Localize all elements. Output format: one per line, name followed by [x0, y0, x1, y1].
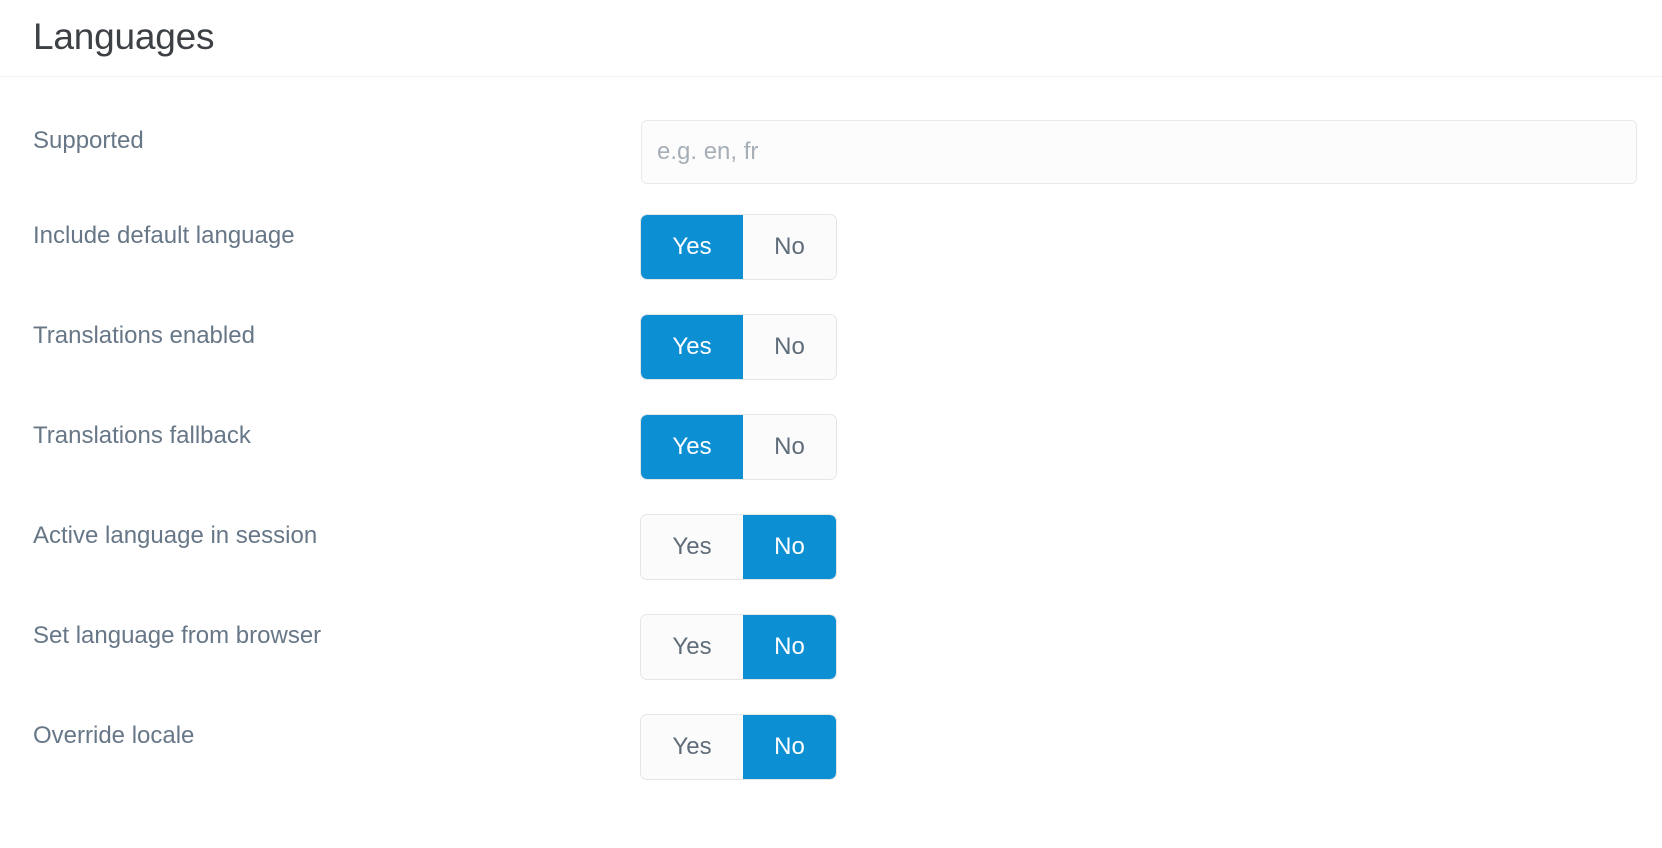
- supported-languages-input[interactable]: [641, 120, 1637, 184]
- yes-no-toggle[interactable]: Yes No: [641, 515, 836, 579]
- toggle-no-button[interactable]: No: [743, 715, 836, 779]
- form-row: Set language from browser Yes No: [0, 577, 1662, 679]
- row-label: Active language in session: [33, 522, 318, 549]
- row-label: Translations fallback: [33, 422, 251, 449]
- row-control: Yes No: [641, 215, 836, 279]
- row-control: Yes No: [641, 315, 836, 379]
- row-label: Include default language: [33, 222, 295, 249]
- form-row: Supported: [0, 77, 1662, 184]
- toggle-yes-button[interactable]: Yes: [641, 315, 743, 379]
- toggle-no-button[interactable]: No: [743, 315, 836, 379]
- form-row: Translations fallback Yes No: [0, 377, 1662, 479]
- yes-no-toggle[interactable]: Yes No: [641, 215, 836, 279]
- yes-no-toggle[interactable]: Yes No: [641, 415, 836, 479]
- row-control: Yes No: [641, 515, 836, 579]
- form-row: Active language in session Yes No: [0, 477, 1662, 579]
- row-control: Yes No: [641, 615, 836, 679]
- languages-settings-page: Languages Supported Include default langu…: [0, 0, 1662, 848]
- row-control: [641, 120, 1637, 184]
- row-control: Yes No: [641, 415, 836, 479]
- row-control: Yes No: [641, 715, 836, 779]
- form-row: Override locale Yes No: [0, 677, 1662, 779]
- row-label: Override locale: [33, 722, 195, 749]
- toggle-no-button[interactable]: No: [743, 615, 836, 679]
- form-row: Include default language Yes No: [0, 177, 1662, 279]
- page-title: Languages: [33, 16, 215, 57]
- toggle-no-button[interactable]: No: [743, 215, 836, 279]
- yes-no-toggle[interactable]: Yes No: [641, 715, 836, 779]
- yes-no-toggle[interactable]: Yes No: [641, 615, 836, 679]
- toggle-no-button[interactable]: No: [743, 415, 836, 479]
- form-row: Translations enabled Yes No: [0, 277, 1662, 379]
- row-label: Set language from browser: [33, 622, 322, 649]
- languages-form: SupportedInclude default languageYesNoTr…: [0, 77, 1662, 779]
- toggle-yes-button[interactable]: Yes: [641, 415, 743, 479]
- toggle-yes-button[interactable]: Yes: [641, 215, 743, 279]
- toggle-no-button[interactable]: No: [743, 515, 836, 579]
- toggle-yes-button[interactable]: Yes: [641, 715, 743, 779]
- yes-no-toggle[interactable]: Yes No: [641, 315, 836, 379]
- toggle-yes-button[interactable]: Yes: [641, 515, 743, 579]
- row-label: Translations enabled: [33, 322, 255, 349]
- row-label: Supported: [33, 127, 144, 154]
- panel-header: Languages: [0, 0, 1662, 77]
- toggle-yes-button[interactable]: Yes: [641, 615, 743, 679]
